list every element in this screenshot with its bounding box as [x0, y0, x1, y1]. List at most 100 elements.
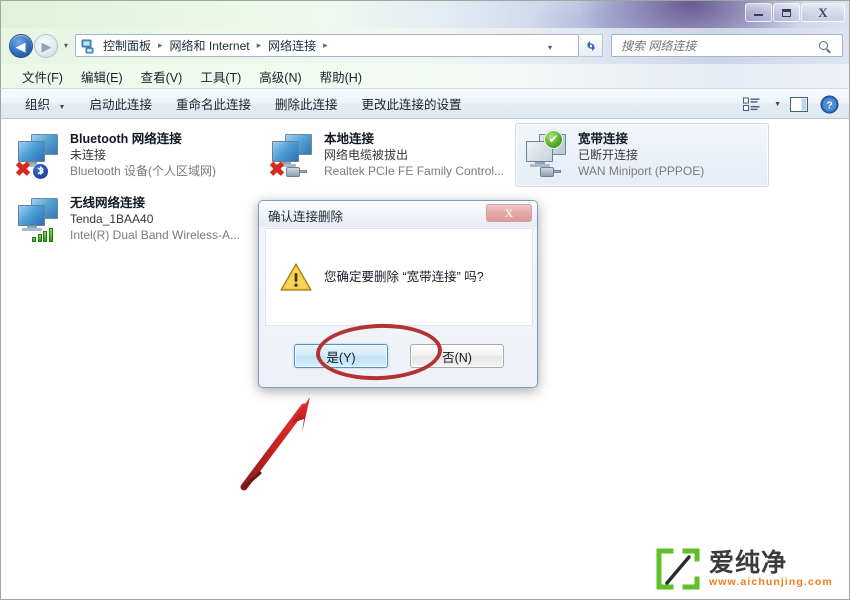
dialog-body: 您确定要删除 “宽带连接” 吗? [265, 228, 533, 326]
menu-bar: 文件(F) 编辑(E) 查看(V) 工具(T) 高级(N) 帮助(H) [0, 64, 850, 88]
maximize-icon [782, 8, 791, 17]
change-connection-settings-button[interactable]: 更改此连接的设置 [351, 91, 471, 116]
desktop-background: X ◀ ▶ ▾ 控制面板 ▸ 网络和 Internet ▸ 网络连接 ▸ ▾ 搜… [0, 0, 850, 600]
preview-pane-button[interactable] [787, 93, 811, 115]
signal-bars-icon [32, 226, 54, 242]
view-options-button[interactable] [739, 93, 763, 115]
confirm-delete-dialog: 确认连接删除 X 您确定要删除 “宽带连接” 吗? 是(Y) 否(N) [258, 200, 538, 388]
connection-status: Tenda_1BAA40 [70, 212, 154, 226]
organize-button[interactable]: 组织 ▼ [15, 91, 75, 116]
minimize-button[interactable] [745, 3, 772, 22]
red-x-icon: ✖ [268, 159, 286, 181]
network-adapter-icon: ✖ [268, 130, 318, 181]
connection-device: Bluetooth 设备(个人区域网) [70, 164, 217, 178]
breadcrumb-address-box[interactable]: 控制面板 ▸ 网络和 Internet ▸ 网络连接 ▸ ▾ [75, 34, 579, 57]
close-icon: X [504, 205, 514, 220]
connection-status: 未连接 [70, 148, 107, 162]
network-adapter-icon [16, 194, 64, 242]
menu-item-file[interactable]: 文件(F) [13, 65, 72, 88]
delete-connection-button[interactable]: 删除此连接 [265, 91, 348, 116]
watermark-brand: 爱纯净 [709, 548, 788, 577]
breadcrumb-separator-icon[interactable]: ▸ [318, 40, 333, 51]
connection-device: Realtek PCIe FE Family Control... [324, 164, 505, 178]
connection-item-broadband[interactable]: ✔ 宽带连接 已断开连接 WAN Miniport (PPPOE) [515, 123, 769, 187]
back-arrow-icon: ◀ [15, 38, 26, 54]
rename-connection-button[interactable]: 重命名此连接 [166, 91, 261, 116]
forward-arrow-icon: ▶ [41, 38, 52, 54]
green-check-icon: ✔ [544, 130, 563, 149]
network-folder-icon [81, 38, 97, 54]
breadcrumb-item-control-panel[interactable]: 控制面板 [101, 37, 153, 54]
dialog-button-row: 是(Y) 否(N) [265, 332, 533, 380]
menu-item-tools[interactable]: 工具(T) [191, 65, 250, 88]
connection-name: Bluetooth 网络连接 [70, 132, 182, 146]
aichunjing-logo-icon [655, 547, 701, 591]
preview-pane-icon [790, 96, 808, 112]
connection-text-block: 宽带连接 已断开连接 WAN Miniport (PPPOE) [578, 130, 704, 179]
refresh-button[interactable] [579, 34, 603, 57]
recent-locations-button[interactable]: ▾ [61, 41, 71, 51]
search-box[interactable] [611, 34, 843, 57]
start-connection-button[interactable]: 启动此连接 [79, 91, 162, 116]
menu-item-advanced[interactable]: 高级(N) [250, 65, 310, 88]
dialog-close-button[interactable]: X [486, 204, 532, 222]
watermark-url: www.aichunjing.com [709, 576, 833, 588]
dialog-titlebar: 确认连接删除 X [259, 201, 537, 227]
connection-text-block: 无线网络连接 Tenda_1BAA40 Intel(R) Dual Band W… [70, 194, 240, 243]
menu-item-edit[interactable]: 编辑(E) [72, 65, 132, 88]
dialog-title: 确认连接删除 [268, 210, 344, 224]
breadcrumb-separator-icon[interactable]: ▸ [252, 40, 267, 51]
red-x-icon: ✖ [14, 159, 32, 181]
connection-name: 宽带连接 [578, 132, 629, 146]
connection-status: 网络电缆被拔出 [324, 148, 409, 162]
connection-item-wireless[interactable]: 无线网络连接 Tenda_1BAA40 Intel(R) Dual Band W… [7, 187, 261, 251]
connection-name: 本地连接 [324, 132, 375, 146]
connection-text-block: 本地连接 网络电缆被拔出 Realtek PCIe FE Family Cont… [324, 130, 504, 179]
help-icon: ? [820, 95, 838, 113]
organize-label: 组织 [25, 98, 51, 112]
toolbar-right-group: ▼ ? [739, 93, 841, 115]
connection-text-block: Bluetooth 网络连接 未连接 Bluetooth 设备(个人区域网) [70, 130, 216, 179]
dialog-message: 您确定要删除 “宽带连接” 吗? [324, 270, 484, 284]
address-bar: ◀ ▶ ▾ 控制面板 ▸ 网络和 Internet ▸ 网络连接 ▸ ▾ 搜索 … [0, 28, 850, 64]
back-button[interactable]: ◀ [9, 34, 33, 58]
minimize-icon [754, 14, 763, 16]
connection-device: Intel(R) Dual Band Wireless-A... [70, 228, 241, 242]
view-options-chevron-icon[interactable]: ▼ [774, 101, 781, 108]
yes-button[interactable]: 是(Y) [294, 344, 388, 368]
help-button[interactable]: ? [817, 93, 841, 115]
maximize-button[interactable] [773, 3, 800, 22]
menu-item-view[interactable]: 查看(V) [132, 65, 192, 88]
network-adapter-icon: ✔ [524, 130, 572, 178]
breadcrumb-item-network-connections[interactable]: 网络连接 [266, 37, 318, 54]
network-adapter-icon: ✖ [14, 130, 64, 181]
connection-name: 无线网络连接 [70, 196, 146, 210]
window-titlebar: X [0, 0, 850, 28]
svg-text:?: ? [826, 100, 832, 111]
warning-triangle-icon [280, 262, 312, 292]
chevron-down-icon: ▼ [58, 104, 66, 111]
view-options-icon [742, 97, 760, 111]
watermark-text: 爱纯净 www.aichunjing.com [709, 549, 833, 589]
command-toolbar: 组织 ▼ 启动此连接 重命名此连接 删除此连接 更改此连接的设置 ▼ ? [0, 88, 850, 119]
search-input[interactable] [619, 37, 817, 54]
connection-device: WAN Miniport (PPPOE) [578, 164, 705, 178]
window-caption-buttons: X [745, 3, 845, 22]
close-button[interactable]: X [801, 3, 845, 22]
connection-item-local-area[interactable]: ✖ 本地连接 网络电缆被拔出 Realtek PCIe FE Family Co… [261, 123, 515, 187]
no-button[interactable]: 否(N) [410, 344, 504, 368]
forward-button[interactable]: ▶ [34, 34, 58, 58]
modem-icon [540, 165, 562, 178]
breadcrumb-item-network-internet[interactable]: 网络和 Internet [168, 37, 252, 54]
bluetooth-icon [33, 164, 48, 179]
breadcrumb-separator-icon[interactable]: ▸ [153, 40, 168, 51]
watermark: 爱纯净 www.aichunjing.com [655, 545, 841, 593]
connection-status: 已断开连接 [578, 148, 639, 162]
search-icon[interactable] [819, 37, 828, 55]
address-dropdown-icon[interactable]: ▾ [548, 43, 552, 52]
menu-item-help[interactable]: 帮助(H) [311, 65, 371, 88]
connection-item-bluetooth[interactable]: ✖ Bluetooth 网络连接 未连接 Bluetooth 设备(个人区域网) [7, 123, 261, 187]
unplugged-cable-icon [286, 165, 308, 178]
refresh-icon [586, 40, 595, 51]
close-icon: X [818, 5, 828, 20]
